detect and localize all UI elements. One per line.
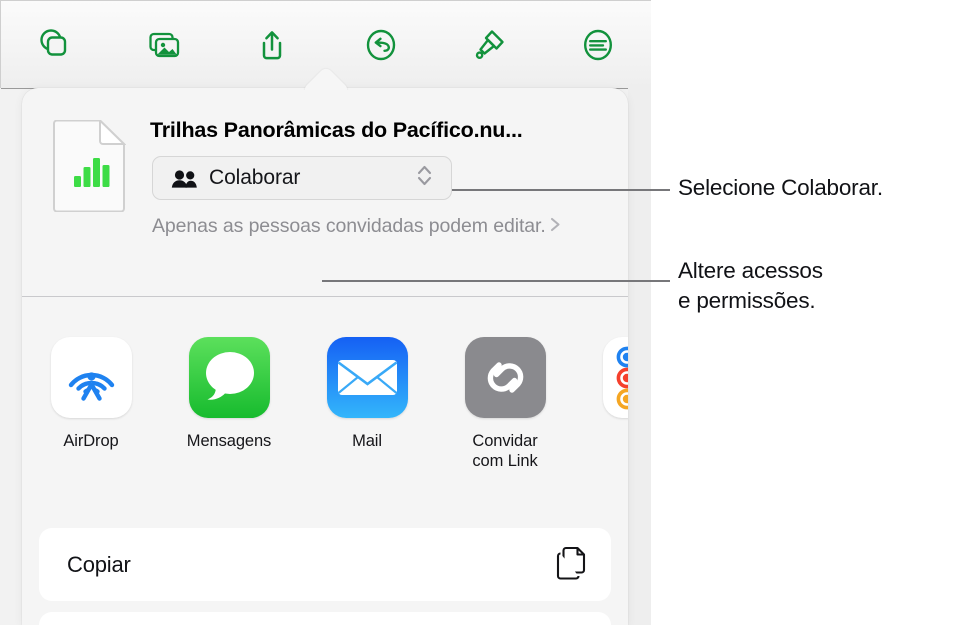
permissions-description[interactable]: Apenas as pessoas convidadas podem edita… bbox=[152, 213, 572, 240]
airdrop-icon bbox=[50, 337, 132, 418]
chain-link-icon bbox=[464, 337, 546, 418]
paintbrush-icon bbox=[467, 23, 511, 67]
collaborate-label: Colaborar bbox=[209, 166, 301, 189]
collaborate-dropdown[interactable]: Colaborar bbox=[152, 156, 452, 200]
share-app-airdrop[interactable]: AirDrop bbox=[22, 297, 160, 451]
share-app-reminders[interactable]: Lem bbox=[574, 297, 628, 451]
share-actions-list: Copiar bbox=[39, 528, 611, 625]
reminders-dots-icon bbox=[602, 337, 628, 418]
chevron-right-icon[interactable] bbox=[549, 214, 562, 240]
messages-bubble-icon bbox=[188, 337, 270, 418]
more-menu-oval-icon bbox=[576, 23, 620, 67]
share-app-label: Mail bbox=[352, 432, 382, 450]
permissions-text: Apenas as pessoas convidadas podem edita… bbox=[152, 215, 546, 237]
share-app-messages[interactable]: Mensagens bbox=[160, 297, 298, 451]
copy-action-row[interactable]: Copiar bbox=[39, 528, 611, 601]
format-button[interactable] bbox=[435, 1, 544, 88]
share-app-label: Lem bbox=[627, 431, 628, 451]
share-up-arrow-icon bbox=[250, 23, 294, 67]
next-action-row-partial[interactable] bbox=[39, 612, 611, 625]
share-app-label: Convidar com Link bbox=[472, 432, 538, 470]
more-options-button[interactable] bbox=[544, 1, 652, 88]
popover-caret bbox=[300, 64, 352, 90]
share-app-label: Mensagens bbox=[186, 432, 272, 450]
screenshot-root: Trilhas Panorâmicas do Pacífico.nu... Co… bbox=[0, 0, 961, 625]
share-app-invite-link[interactable]: Convidar com Link bbox=[436, 297, 574, 471]
shape-insert-icon bbox=[33, 23, 77, 67]
callout-leader-line bbox=[322, 280, 670, 282]
callout-change-permissions: Altere acessos e permissões. bbox=[678, 258, 823, 313]
insert-shape-button[interactable] bbox=[1, 1, 110, 88]
share-sheet-header: Trilhas Panorâmicas do Pacífico.nu... Co… bbox=[22, 88, 628, 296]
document-title: Trilhas Panorâmicas do Pacífico.nu... bbox=[150, 118, 523, 142]
callout-select-collaborate: Selecione Colaborar. bbox=[678, 175, 883, 200]
share-sheet: Trilhas Panorâmicas do Pacífico.nu... Co… bbox=[22, 88, 628, 625]
insert-media-button[interactable] bbox=[110, 1, 219, 88]
media-photo-icon bbox=[142, 23, 186, 67]
app-window: Trilhas Panorâmicas do Pacífico.nu... Co… bbox=[0, 0, 651, 625]
callout-leader-line bbox=[452, 189, 670, 191]
sheet-right-shade bbox=[628, 88, 651, 625]
share-app-mail[interactable]: Mail bbox=[298, 297, 436, 451]
copy-action-label: Copiar bbox=[67, 551, 131, 577]
share-app-label: AirDrop bbox=[63, 432, 119, 450]
copy-documents-icon bbox=[555, 543, 589, 586]
numbers-document-icon bbox=[52, 118, 127, 213]
mail-envelope-icon bbox=[326, 337, 408, 418]
share-apps-row: AirDrop Mensagens Mail Convidar com Link bbox=[22, 297, 628, 473]
two-people-icon bbox=[171, 169, 198, 188]
undo-circle-arrow-icon bbox=[359, 23, 403, 67]
chevron-up-down-icon[interactable] bbox=[416, 162, 433, 195]
